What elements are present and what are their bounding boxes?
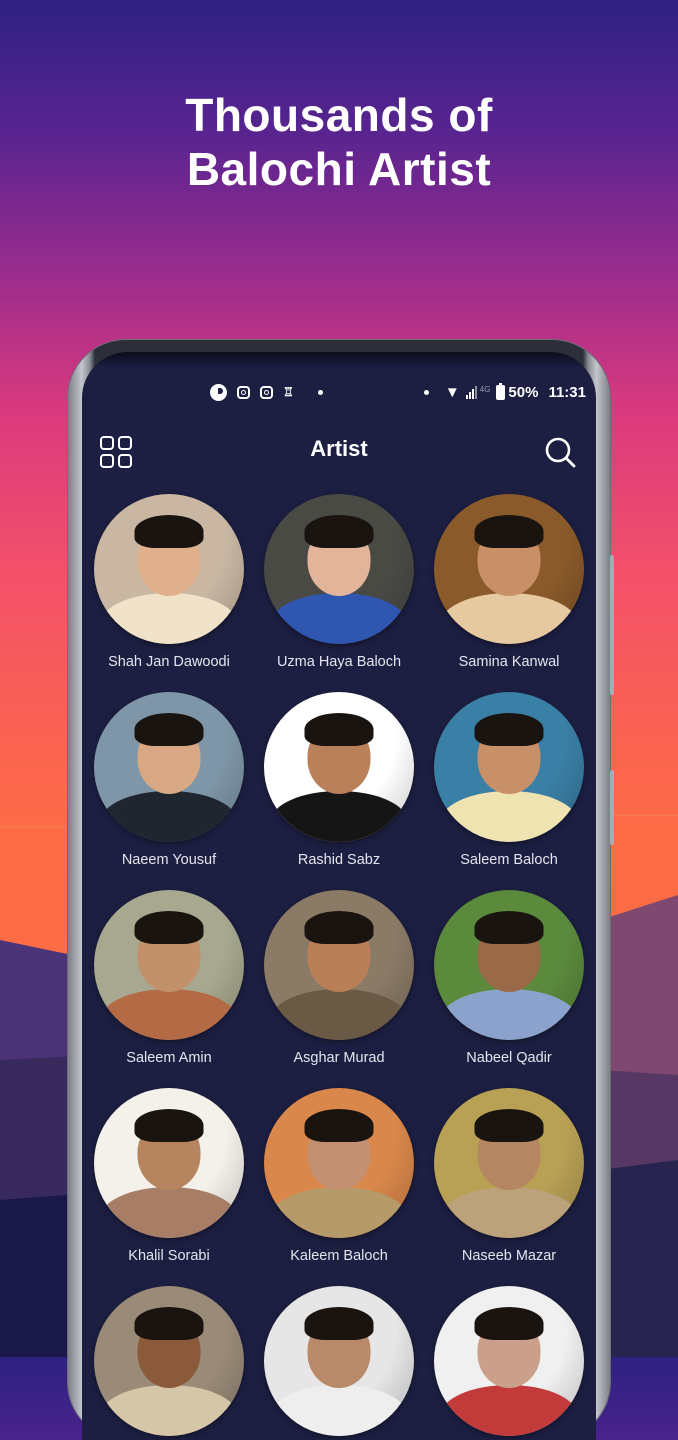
- headline-line-2: Balochi Artist: [186, 143, 492, 195]
- notification-dot-icon: [317, 389, 323, 395]
- battery-percent: 50%: [508, 383, 539, 401]
- artist-avatar[interactable]: [264, 1088, 414, 1238]
- app-screen: ♖ ▼ 4G 50% 11:31 Artist Shah Jan Dawoodi…: [82, 352, 596, 1440]
- avatar-figure-hair: [134, 713, 204, 746]
- artist-name: Naeem Yousuf: [121, 852, 217, 868]
- artist-name: Shah Jan Dawoodi: [108, 654, 230, 670]
- avatar-figure-hair: [304, 1109, 374, 1142]
- artist-card[interactable]: Nabeel Qadir: [424, 890, 594, 1066]
- avatar-figure-hair: [304, 515, 374, 548]
- avatar-figure-hair: [304, 911, 374, 944]
- artist-card[interactable]: [84, 1286, 254, 1440]
- avatar-figure-body: [440, 989, 578, 1040]
- app-bar: Artist: [82, 430, 596, 474]
- app-circle-icon: [210, 383, 227, 401]
- artist-name: Nabeel Qadir: [466, 1050, 552, 1066]
- artist-card[interactable]: Saleem Amin: [84, 890, 254, 1066]
- artist-name: Naseeb Mazar: [461, 1248, 557, 1264]
- artist-card[interactable]: [424, 1286, 594, 1440]
- network-type: 4G: [479, 384, 491, 394]
- search-icon[interactable]: [544, 436, 576, 468]
- notification-dot-icon: [423, 389, 429, 395]
- artist-name: Saleem Baloch: [460, 852, 558, 868]
- instagram-icon: [260, 385, 273, 399]
- avatar-figure-body: [440, 1385, 578, 1436]
- artist-avatar[interactable]: [264, 494, 414, 644]
- avatar-figure-body: [270, 1187, 408, 1238]
- avatar-figure-body: [100, 791, 238, 842]
- signal-icon: [465, 385, 477, 399]
- avatar-figure-hair: [134, 911, 204, 944]
- artist-card[interactable]: Shah Jan Dawoodi: [84, 494, 254, 670]
- avatar-figure-hair: [474, 1307, 544, 1340]
- artist-avatar[interactable]: [94, 890, 244, 1040]
- clock: 11:31: [548, 383, 586, 401]
- battery-icon: [496, 382, 506, 400]
- avatar-figure-body: [440, 1187, 578, 1238]
- artist-name: Saleem Amin: [126, 1050, 212, 1066]
- artist-avatar[interactable]: [434, 494, 584, 644]
- avatar-figure-body: [100, 593, 238, 644]
- avatar-figure-hair: [474, 911, 544, 944]
- artist-avatar[interactable]: [434, 890, 584, 1040]
- artist-card[interactable]: Naeem Yousuf: [84, 692, 254, 868]
- promo-headline: Thousands of Balochi Artist: [0, 88, 678, 196]
- artist-card[interactable]: Uzma Haya Baloch: [254, 494, 424, 670]
- artist-avatar[interactable]: [264, 890, 414, 1040]
- artist-avatar[interactable]: [264, 692, 414, 842]
- artist-avatar[interactable]: [434, 1088, 584, 1238]
- avatar-figure-hair: [474, 1109, 544, 1142]
- avatar-figure-body: [270, 791, 408, 842]
- avatar-figure-body: [270, 1385, 408, 1436]
- avatar-figure-hair: [134, 515, 204, 548]
- artist-avatar[interactable]: [94, 1286, 244, 1436]
- avatar-figure-hair: [474, 713, 544, 746]
- artist-card[interactable]: Khalil Sorabi: [84, 1088, 254, 1264]
- artist-avatar[interactable]: [434, 1286, 584, 1436]
- artist-avatar[interactable]: [94, 1088, 244, 1238]
- avatar-figure-body: [100, 1187, 238, 1238]
- artist-card[interactable]: Asghar Murad: [254, 890, 424, 1066]
- artist-card[interactable]: Kaleem Baloch: [254, 1088, 424, 1264]
- power-button: [610, 770, 614, 845]
- avatar-figure-hair: [474, 515, 544, 548]
- status-bar: ♖ ▼ 4G 50% 11:31: [82, 380, 596, 404]
- wifi-icon: ▼: [444, 383, 460, 401]
- avatar-figure-body: [100, 989, 238, 1040]
- artist-avatar[interactable]: [94, 692, 244, 842]
- page-title: Artist: [310, 436, 368, 461]
- artist-name: Rashid Sabz: [297, 852, 381, 868]
- artist-name: Uzma Haya Baloch: [276, 654, 402, 670]
- avatar-figure-hair: [304, 1307, 374, 1340]
- artist-grid: Shah Jan Dawoodi Uzma Haya Baloch Samina K…: [82, 494, 596, 1440]
- artist-avatar[interactable]: [434, 692, 584, 842]
- avatar-figure-body: [270, 989, 408, 1040]
- avatar-figure-body: [440, 593, 578, 644]
- volume-button: [610, 555, 614, 695]
- avatar-figure-hair: [134, 1307, 204, 1340]
- artist-card[interactable]: [254, 1286, 424, 1440]
- artist-name: Asghar Murad: [293, 1050, 385, 1066]
- instagram-icon: [237, 385, 250, 399]
- artist-name: Khalil Sorabi: [128, 1248, 210, 1264]
- avatar-figure-body: [100, 1385, 238, 1436]
- artist-name: Kaleem Baloch: [290, 1248, 388, 1264]
- artist-card[interactable]: Rashid Sabz: [254, 692, 424, 868]
- artist-avatar[interactable]: [264, 1286, 414, 1436]
- sim-tower-icon: ♖: [283, 385, 294, 399]
- headline-line-1: Thousands of: [185, 89, 493, 141]
- avatar-figure-hair: [304, 713, 374, 746]
- artist-card[interactable]: Naseeb Mazar: [424, 1088, 594, 1264]
- artist-card[interactable]: Saleem Baloch: [424, 692, 594, 868]
- artist-card[interactable]: Samina Kanwal: [424, 494, 594, 670]
- avatar-figure-hair: [134, 1109, 204, 1142]
- avatar-figure-body: [270, 593, 408, 644]
- phone-frame: ♖ ▼ 4G 50% 11:31 Artist Shah Jan Dawoodi…: [68, 340, 614, 1440]
- artist-name: Samina Kanwal: [458, 654, 560, 670]
- avatar-figure-body: [440, 791, 578, 842]
- artist-avatar[interactable]: [94, 494, 244, 644]
